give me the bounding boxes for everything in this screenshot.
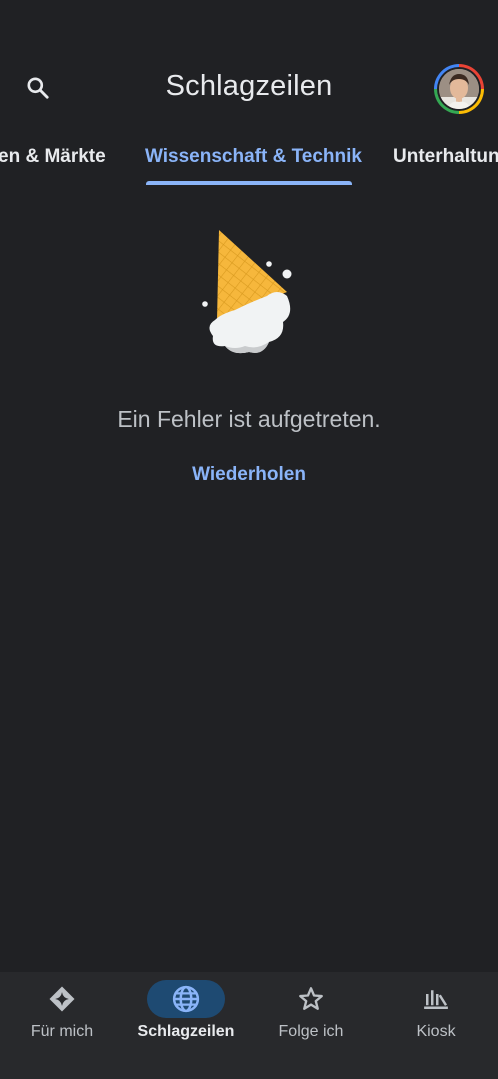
diamond-sparkle-icon xyxy=(49,986,75,1012)
page-title: Schlagzeilen xyxy=(165,70,333,102)
globe-icon xyxy=(172,985,200,1013)
account-avatar-button[interactable] xyxy=(434,64,484,114)
category-tabs: en & Märkte Wissenschaft & Technik Unter… xyxy=(0,140,498,188)
active-tab-indicator xyxy=(146,181,352,185)
nav-label: Schlagzeilen xyxy=(137,1023,235,1040)
retry-button[interactable]: Wiederholen xyxy=(174,458,324,492)
nav-label: Folge ich xyxy=(278,1023,344,1040)
nav-item-kiosk[interactable]: Kiosk xyxy=(374,972,498,1062)
top-app-bar: Schlagzeilen xyxy=(0,0,498,140)
tab-wirtschaft-maerkte[interactable]: en & Märkte xyxy=(0,146,106,168)
bottom-navigation: Für mich Schlagzeilen Folge ich Kiosk xyxy=(0,972,498,1079)
error-message: Ein Fehler ist aufgetreten. xyxy=(117,406,381,432)
newsstand-icon xyxy=(424,990,448,1009)
dropped-ice-cream-illustration xyxy=(195,222,305,362)
nav-item-folge-ich[interactable]: Folge ich xyxy=(249,972,373,1062)
nav-label: Für mich xyxy=(30,1023,94,1040)
avatar xyxy=(439,69,479,109)
avatar-image xyxy=(439,69,479,109)
tab-wissenschaft-technik[interactable]: Wissenschaft & Technik xyxy=(145,146,362,168)
star-icon xyxy=(299,987,323,1010)
nav-label: Kiosk xyxy=(416,1023,456,1040)
tab-unterhaltung[interactable]: Unterhaltun xyxy=(393,146,498,168)
nav-item-schlagzeilen[interactable]: Schlagzeilen xyxy=(124,972,248,1062)
nav-item-fuer-mich[interactable]: Für mich xyxy=(0,972,124,1062)
